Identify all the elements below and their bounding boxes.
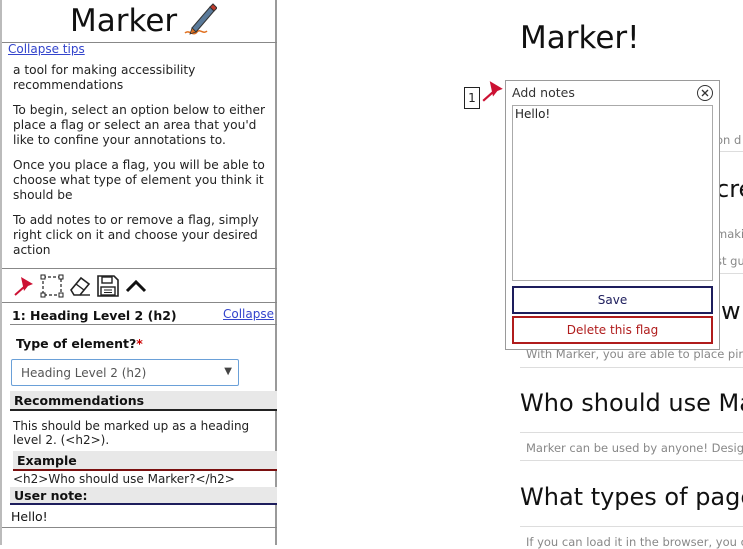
element-type-value: Heading Level 2 (h2) xyxy=(21,366,147,380)
tip-intro: a tool for making accessibility recommen… xyxy=(13,63,196,92)
user-note-heading-text: User note: xyxy=(14,488,88,503)
divider xyxy=(2,527,277,528)
collapse-tips-link[interactable]: Collapse tips xyxy=(8,42,85,56)
toolbar xyxy=(12,273,148,299)
recommendation-text: This should be marked up as a heading le… xyxy=(13,419,250,447)
dropdown-arrow-icon: ▼ xyxy=(224,366,232,377)
element-type-select[interactable]: Heading Level 2 (h2) ▼ xyxy=(11,359,239,386)
user-note-text: Hello! xyxy=(11,509,48,524)
example-heading: Example xyxy=(13,451,277,471)
page-divider xyxy=(520,526,743,527)
example-code: <h2>Who should use Marker?</h2> xyxy=(13,472,235,486)
save-button[interactable]: Save xyxy=(512,286,713,314)
tip-flag: Once you place a flag, you will be able … xyxy=(13,158,265,202)
page-heading-what: What types of pages xyxy=(520,483,743,511)
example-heading-text: Example xyxy=(17,453,77,468)
flag-number-badge[interactable]: 1 xyxy=(464,87,480,109)
type-of-element-label: Type of element?* xyxy=(16,336,143,351)
page-heading-fragment: w xyxy=(721,297,741,325)
close-icon[interactable] xyxy=(697,85,713,101)
page-divider xyxy=(520,460,743,461)
page-divider xyxy=(716,273,743,274)
recommendations-heading-text: Recommendations xyxy=(14,393,145,408)
page-text-fragment: If you can load it in the browser, you c… xyxy=(526,535,743,549)
recommendations-heading: Recommendations xyxy=(10,391,277,411)
required-marker: * xyxy=(136,336,143,351)
divider xyxy=(2,268,277,269)
page-heading-fragment: cre xyxy=(716,175,743,203)
page-title: Marker! xyxy=(520,20,640,56)
pin-icon[interactable] xyxy=(481,79,505,107)
add-notes-popup: Add notes Hello! Save Delete this flag xyxy=(505,80,720,350)
sidebar-left-border xyxy=(0,0,2,545)
divider xyxy=(2,302,277,303)
delete-flag-button[interactable]: Delete this flag xyxy=(512,316,713,344)
page-divider xyxy=(716,151,743,152)
app-logo-text: Marker xyxy=(70,3,178,39)
page-divider xyxy=(520,367,743,368)
page-text-fragment: Marker can be used by anyone! Designe xyxy=(526,441,743,455)
type-label-text: Type of element? xyxy=(16,336,137,351)
divider xyxy=(10,324,277,325)
notes-textarea[interactable]: Hello! xyxy=(512,105,713,281)
chevron-up-icon[interactable] xyxy=(124,274,148,298)
flag-title: 1: Heading Level 2 (h2) xyxy=(12,308,177,323)
page-heading-who: Who should use Ma xyxy=(520,389,743,417)
pin-icon[interactable] xyxy=(12,274,36,298)
eraser-icon[interactable] xyxy=(68,274,92,298)
marker-pen-icon xyxy=(183,2,218,42)
select-area-icon[interactable] xyxy=(40,274,64,298)
page-divider xyxy=(520,432,743,433)
flag-collapse-link[interactable]: Collapse xyxy=(223,307,274,321)
tip-begin: To begin, select an option below to eith… xyxy=(13,103,266,147)
sidebar: Marker Collapse tips a tool for making a… xyxy=(0,0,277,545)
save-icon[interactable] xyxy=(96,274,120,298)
page-text-fragment: makin xyxy=(716,227,743,241)
user-note-heading: User note: xyxy=(10,487,277,505)
page-text-fragment: st gu xyxy=(716,254,743,268)
tip-notes: To add notes to or remove a flag, simply… xyxy=(13,213,259,257)
popup-title: Add notes xyxy=(512,85,575,100)
